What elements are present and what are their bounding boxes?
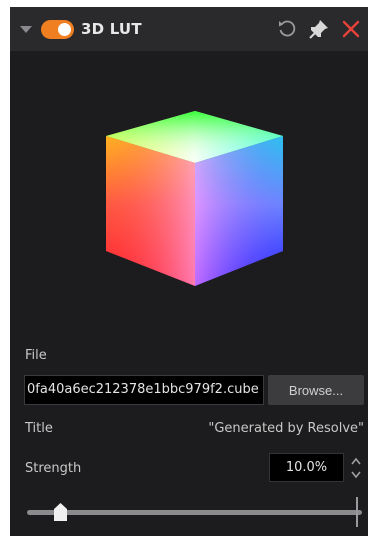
chevron-down-icon: [351, 471, 361, 479]
strength-input[interactable]: 10.0%: [269, 453, 344, 482]
toggle-knob: [58, 23, 71, 36]
enable-toggle[interactable]: [41, 20, 74, 39]
close-icon[interactable]: [340, 18, 362, 40]
strength-slider-track[interactable]: [27, 510, 362, 515]
chevron-up-icon: [351, 457, 361, 465]
strength-label: Strength: [25, 461, 82, 476]
pin-icon[interactable]: [308, 18, 330, 40]
reset-icon[interactable]: [276, 18, 298, 40]
panel-title: 3D LUT: [81, 20, 142, 38]
lut-panel: 3D LUT File 0fa40a6ec212378e1bbc979f2.cu…: [10, 7, 368, 536]
file-label: File: [25, 348, 47, 363]
title-value: "Generated by Resolve": [208, 421, 364, 436]
lut-cube-preview: [106, 111, 283, 286]
strength-slider-handle[interactable]: [54, 503, 67, 521]
browse-button[interactable]: Browse...: [268, 375, 364, 405]
file-path-text: 0fa40a6ec212378e1bbc979f2.cube: [27, 382, 259, 397]
slider-end-marker: [356, 497, 358, 527]
chevron-down-icon[interactable]: [20, 26, 32, 33]
title-label: Title: [25, 421, 53, 436]
panel-header: 3D LUT: [10, 7, 368, 51]
file-path-field[interactable]: 0fa40a6ec212378e1bbc979f2.cube: [24, 375, 264, 405]
strength-stepper[interactable]: [349, 454, 363, 482]
